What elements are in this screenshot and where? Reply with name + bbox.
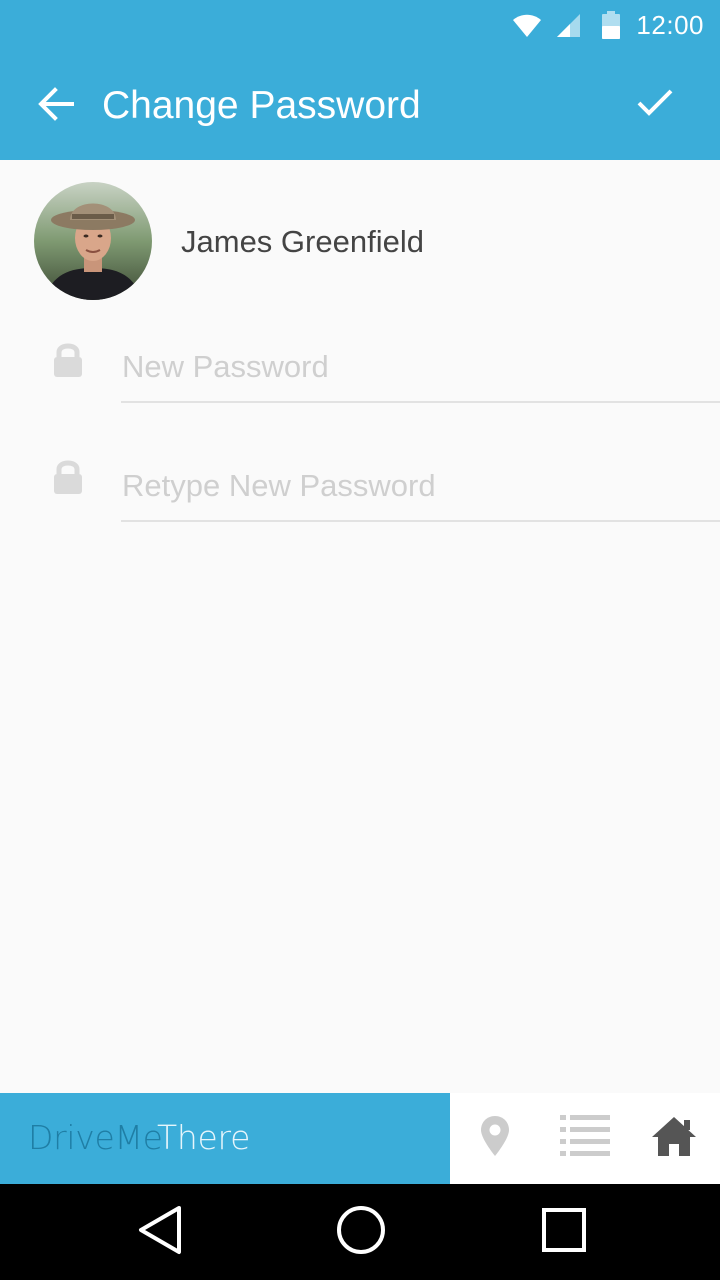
brand-bar: DriveMeThere — [0, 1093, 450, 1184]
status-icons: 12:00 — [512, 0, 704, 50]
location-pin-icon — [479, 1115, 511, 1162]
system-back-button[interactable] — [130, 1202, 190, 1262]
lock-icon — [52, 459, 84, 495]
cell-signal-icon — [554, 11, 582, 39]
system-nav-bar — [0, 1184, 720, 1280]
user-name: James Greenfield — [181, 224, 424, 259]
wifi-icon — [512, 10, 542, 40]
system-home-button[interactable] — [331, 1202, 391, 1262]
app-bar: Change Password — [0, 50, 720, 160]
lock-icon — [52, 342, 84, 378]
back-button[interactable] — [26, 76, 86, 136]
home-icon — [650, 1115, 698, 1162]
confirm-button[interactable] — [624, 74, 686, 136]
system-recents-button[interactable] — [534, 1202, 594, 1262]
retype-password-input[interactable] — [121, 462, 720, 522]
status-bar: 12:00 — [0, 0, 720, 50]
arrow-back-icon — [38, 86, 74, 126]
recents-square-icon — [541, 1207, 587, 1258]
brand-part-1: DriveMe — [28, 1118, 158, 1157]
back-triangle-icon — [137, 1205, 183, 1260]
battery-icon — [602, 11, 621, 39]
nav-tab-location[interactable] — [455, 1093, 535, 1184]
page-title: Change Password — [102, 84, 421, 127]
brand-logo: DriveMeThere — [28, 1119, 250, 1157]
list-icon — [560, 1115, 610, 1162]
nav-tab-list[interactable] — [545, 1093, 625, 1184]
new-password-input[interactable] — [121, 343, 720, 403]
home-circle-icon — [335, 1204, 387, 1261]
check-icon — [637, 89, 673, 122]
nav-tab-home[interactable] — [634, 1093, 714, 1184]
brand-part-2: There — [157, 1118, 251, 1157]
avatar — [34, 182, 152, 300]
bottom-nav — [450, 1093, 720, 1184]
status-time: 12:00 — [636, 9, 704, 40]
